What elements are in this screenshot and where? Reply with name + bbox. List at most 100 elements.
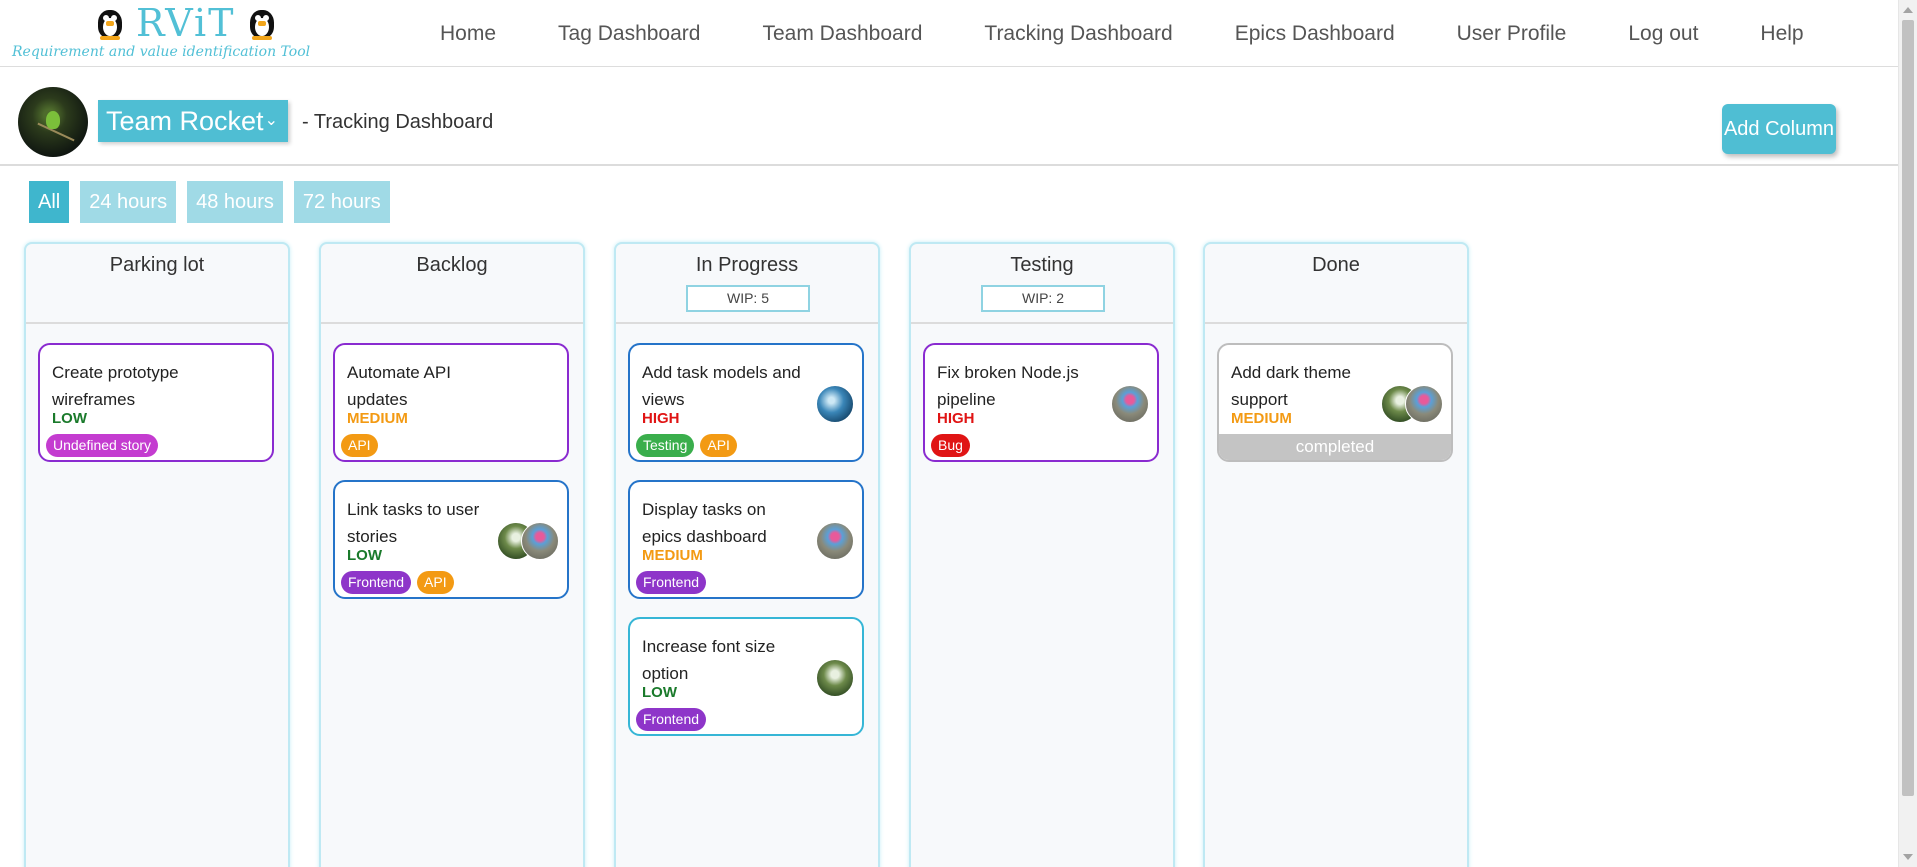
brand-name: RViT [136,1,236,45]
chevron-down-icon: ⌄ [264,112,278,129]
assignee-avatar[interactable] [1405,385,1443,423]
nav-team-dashboard[interactable]: Team Dashboard [762,22,922,46]
brand-title: RViT [92,4,280,42]
column-header: Testing WIP: 2 [911,244,1173,324]
card-title: Fix broken Node.js pipeline [937,363,1079,409]
card-title: Automate API updates [347,363,451,409]
filter-72-hours[interactable]: 72 hours [293,181,390,223]
task-card[interactable]: Fix broken Node.js pipeline HIGH Bug [923,343,1159,462]
column-header: Parking lot [26,244,288,324]
filter-all[interactable]: All [29,181,70,223]
card-tags: Undefined story [46,434,159,457]
card-priority: LOW [52,410,87,427]
tag-badge: Testing [636,434,695,457]
tag-badge: Frontend [636,571,707,594]
brand-logo[interactable]: RViT Requirement and value identificatio… [12,4,382,64]
scroll-down-arrow-icon[interactable] [1903,854,1913,860]
card-priority: LOW [347,547,382,564]
team-header: Team Rocket ⌄ - Tracking Dashboard Add C… [0,67,1898,166]
card-title: Increase font size option [642,637,776,683]
nav-links: Home Tag Dashboard Team Dashboard Tracki… [440,0,1866,67]
nav-epics-dashboard[interactable]: Epics Dashboard [1235,22,1395,46]
column-parking-lot: Parking lot Create prototype wireframes … [24,242,290,867]
nav-tracking-dashboard[interactable]: Tracking Dashboard [984,22,1172,46]
nav-tag-dashboard[interactable]: Tag Dashboard [558,22,700,46]
card-assignees [816,659,854,697]
task-card[interactable]: Create prototype wireframes LOW Undefine… [38,343,274,462]
vertical-scrollbar[interactable] [1898,0,1917,867]
nav-home[interactable]: Home [440,22,496,46]
card-tags: Testing API [636,434,737,457]
card-title: Create prototype wireframes [52,363,179,409]
column-done: Done Add dark theme support MEDIUM compl… [1203,242,1469,867]
card-priority: HIGH [937,410,975,427]
tag-badge: Frontend [341,571,412,594]
tag-badge: API [341,434,378,457]
filter-48-hours[interactable]: 48 hours [187,181,283,223]
assignee-avatar[interactable] [816,659,854,697]
tag-badge: API [417,571,454,594]
column-header: In Progress WIP: 5 [616,244,878,324]
column-header: Backlog [321,244,583,324]
card-priority: LOW [642,684,677,701]
card-assignees [816,385,854,423]
tag-badge: Undefined story [46,434,159,457]
assignee-avatar[interactable] [521,522,559,560]
card-title: Add task models and views [642,363,801,409]
card-priority: MEDIUM [642,547,703,564]
card-title: Link tasks to user stories [347,500,480,546]
card-title: Display tasks on epics dashboard [642,500,767,546]
task-card[interactable]: Add task models and views HIGH Testing A… [628,343,864,462]
card-priority: HIGH [642,410,680,427]
card-assignees [497,522,559,560]
column-in-progress: In Progress WIP: 5 Add task models and v… [614,242,880,867]
column-backlog: Backlog Automate API updates MEDIUM API … [319,242,585,867]
column-title: Testing [1010,254,1074,276]
card-tags: Bug [931,434,970,457]
card-tags: Frontend [636,708,707,731]
column-testing: Testing WIP: 2 Fix broken Node.js pipeli… [909,242,1175,867]
assignee-avatar[interactable] [816,385,854,423]
card-priority: MEDIUM [347,410,408,427]
task-card[interactable]: Add dark theme support MEDIUM completed [1217,343,1453,462]
scroll-thumb[interactable] [1902,20,1914,796]
column-title: Done [1312,254,1360,276]
nav-help[interactable]: Help [1760,22,1803,46]
team-avatar [18,87,88,157]
card-tags: API [341,434,378,457]
task-card[interactable]: Display tasks on epics dashboard MEDIUM … [628,480,864,599]
card-assignees [1111,385,1149,423]
column-title: Backlog [416,254,488,276]
nav-log-out[interactable]: Log out [1628,22,1698,46]
task-card[interactable]: Link tasks to user stories LOW Frontend … [333,480,569,599]
dashboard-label: - Tracking Dashboard [302,111,494,133]
tag-badge: Bug [931,434,970,457]
card-tags: Frontend API [341,571,454,594]
assignee-avatar[interactable] [816,522,854,560]
add-column-button[interactable]: Add Column [1722,104,1836,154]
navbar: RViT Requirement and value identificatio… [0,0,1898,67]
scroll-up-arrow-icon[interactable] [1903,7,1913,13]
column-title: In Progress [695,254,799,276]
penguin-icon [244,6,280,40]
card-priority: MEDIUM [1231,410,1292,427]
assignee-avatar[interactable] [1111,385,1149,423]
team-name: Team Rocket [106,106,264,136]
card-assignees [1381,385,1443,423]
card-tags: Frontend [636,571,707,594]
wip-limit-field[interactable]: WIP: 5 [686,285,810,312]
time-filters: All 24 hours 48 hours 72 hours [29,181,390,223]
penguin-icon [92,6,128,40]
card-title: Add dark theme support [1231,363,1352,409]
task-card[interactable]: Automate API updates MEDIUM API [333,343,569,462]
column-header: Done [1205,244,1467,324]
card-assignees [816,522,854,560]
brand-subtitle: Requirement and value identification Too… [12,44,311,60]
tag-badge: API [700,434,737,457]
task-card[interactable]: Increase font size option LOW Frontend [628,617,864,736]
wip-limit-field[interactable]: WIP: 2 [981,285,1105,312]
team-select-dropdown[interactable]: Team Rocket ⌄ [98,100,288,142]
tag-badge: Frontend [636,708,707,731]
filter-24-hours[interactable]: 24 hours [80,181,177,223]
nav-user-profile[interactable]: User Profile [1457,22,1567,46]
